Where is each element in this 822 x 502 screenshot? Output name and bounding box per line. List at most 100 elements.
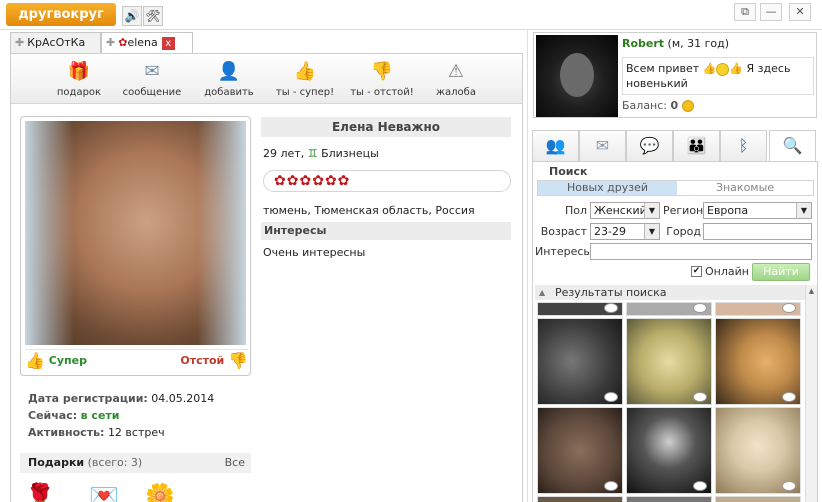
app-logo[interactable]: другвокруг — [6, 3, 116, 26]
online-status: Сейчас: в сети — [28, 409, 120, 422]
card-gift-icon[interactable]: 💌 — [89, 482, 119, 502]
thumbs-up-icon: 👍 — [702, 62, 717, 75]
result-thumb[interactable] — [626, 407, 712, 494]
thumbs-down-icon: 👎 — [228, 351, 248, 370]
vote-good-button[interactable]: 👍 Супер — [25, 350, 87, 372]
result-thumb[interactable] — [537, 407, 623, 494]
result-thumb[interactable] — [715, 318, 801, 405]
thumbs-down-icon: 👎 — [370, 61, 394, 82]
age-select[interactable]: 23-29 ▼ — [590, 223, 660, 240]
chat-bubble-icon — [693, 303, 707, 313]
gemini-icon: ♊ — [307, 147, 318, 160]
gifts-all-link[interactable]: Все — [225, 453, 245, 473]
like-label: ты - супер! — [275, 87, 335, 98]
result-thumb[interactable] — [715, 496, 801, 502]
rating-roses: ✿✿✿✿✿✿ — [263, 170, 511, 192]
tab-bluetooth[interactable]: ᛒ — [720, 130, 767, 162]
tab-label: КрАсОтКа — [27, 36, 86, 49]
chevron-down-icon: ▼ — [644, 203, 659, 218]
search-title: Поиск — [549, 165, 588, 178]
profile-toolbar: 🎁 подарок ✉ сообщение 👤 добавить 👍 ты - … — [11, 54, 522, 104]
find-button[interactable]: Найти — [752, 263, 810, 281]
top-bar: другвокруг 🔊 🛠 ⧉ — ✕ — [0, 0, 822, 30]
thumbs-up-icon: 👍 — [25, 351, 45, 370]
message-button[interactable]: ✉ сообщение — [122, 60, 182, 98]
vote-bad-button[interactable]: Отстой 👎 — [180, 350, 248, 372]
dislike-button[interactable]: 👎 ты - отстой! — [347, 60, 417, 98]
rose-icon: ✿ — [337, 173, 351, 189]
envelope-icon: ✉ — [144, 61, 160, 82]
my-name: Robert (м, 31 год) — [622, 37, 730, 50]
rose-icon: ✿ — [286, 173, 300, 189]
scroll-up-icon[interactable]: ▲ — [806, 285, 817, 297]
online-checkbox[interactable]: ✔ — [691, 266, 702, 277]
group-icon: 👪 — [686, 136, 707, 155]
interests-input[interactable] — [590, 243, 812, 260]
right-tabs: 👥 ✉ 💬 👪 ᛒ 🔍 — [532, 130, 818, 162]
complaint-button[interactable]: ⚠ жалоба — [432, 60, 480, 98]
tab-chat[interactable]: 💬 — [626, 130, 673, 162]
gift-button[interactable]: 🎁 подарок — [54, 60, 104, 98]
chat-bubble-icon — [782, 481, 796, 491]
chevron-down-icon: ▼ — [796, 203, 811, 218]
profile-photo[interactable] — [25, 121, 246, 345]
add-user-icon: 👤 — [217, 61, 241, 82]
age-zodiac: 29 лет, ♊ Близнецы — [263, 147, 379, 160]
my-avatar[interactable] — [536, 35, 618, 117]
tab-label: elena — [127, 36, 158, 49]
city-input[interactable] — [703, 223, 812, 240]
tab-new-friends[interactable]: Новых друзей — [538, 181, 677, 195]
rose-gift-icon[interactable]: 🌹 — [25, 482, 55, 502]
result-thumb[interactable] — [537, 318, 623, 405]
results-scrollbar[interactable]: ▲ — [805, 285, 817, 502]
my-status-message[interactable]: Всем привет 👍 👍 Я здесь новенький — [622, 57, 814, 95]
tab-mail[interactable]: ✉ — [579, 130, 626, 162]
tab-search[interactable]: 🔍 — [769, 130, 816, 162]
add-label: добавить — [204, 87, 254, 98]
tab-elena[interactable]: ✚ ✿elena x — [101, 32, 193, 53]
region-select[interactable]: Европа ▼ — [703, 202, 812, 219]
warning-icon: ⚠ — [447, 61, 465, 82]
tab-acquaintances[interactable]: Знакомые — [677, 181, 813, 195]
close-icon[interactable]: ✕ — [789, 3, 811, 21]
dislike-label: ты - отстой! — [350, 87, 414, 98]
interests-text: Очень интересны — [263, 246, 366, 259]
result-thumb[interactable] — [537, 302, 623, 316]
vote-good-label: Супер — [48, 354, 87, 367]
tab-contacts[interactable]: 👥 — [532, 130, 579, 162]
age-label: Возраст — [540, 225, 587, 238]
vote-bad-label: Отстой — [180, 354, 225, 367]
tab-krasotka[interactable]: ✚ КрАсОтКа — [10, 32, 101, 53]
tools-icon[interactable]: 🛠 — [143, 6, 163, 26]
chat-bubble-icon — [693, 392, 707, 402]
sound-icon[interactable]: 🔊 — [122, 6, 142, 26]
thumbs-up-icon: 👍 — [729, 62, 744, 75]
restore-icon[interactable]: ⧉ — [734, 3, 756, 21]
user-plus-icon: ✚ — [15, 36, 25, 49]
result-thumb[interactable] — [715, 407, 801, 494]
result-thumb[interactable] — [626, 318, 712, 405]
city-label: Город — [666, 225, 701, 238]
chevron-down-icon: ▼ — [644, 224, 659, 239]
interests-label: Интересы — [535, 245, 593, 258]
user-plus-icon: ✚ — [106, 36, 116, 49]
gender-label: Пол — [564, 204, 587, 217]
search-panel: Поиск Новых друзей Знакомые Пол Женский ▼… — [532, 161, 818, 502]
collapse-icon[interactable]: ▲ — [539, 285, 545, 300]
gift-icon: 🎁 — [67, 61, 91, 82]
rose-icon: ✿ — [312, 173, 325, 189]
result-thumb[interactable] — [715, 302, 801, 316]
flower-gift-icon[interactable]: 🌼 — [145, 482, 175, 502]
gender-select[interactable]: Женский ▼ — [590, 202, 660, 219]
result-thumb[interactable] — [626, 302, 712, 316]
chat-bubble-icon — [604, 481, 618, 491]
region-label: Регион — [663, 204, 704, 217]
tab-groups[interactable]: 👪 — [673, 130, 720, 162]
close-tab-icon[interactable]: x — [161, 36, 175, 50]
minimize-icon[interactable]: — — [760, 3, 782, 21]
result-thumb[interactable] — [626, 496, 712, 502]
result-thumb[interactable] — [537, 496, 623, 502]
rose-icon: ✿ — [274, 173, 287, 189]
add-button[interactable]: 👤 добавить — [201, 60, 257, 98]
like-button[interactable]: 👍 ты - супер! — [274, 60, 336, 98]
